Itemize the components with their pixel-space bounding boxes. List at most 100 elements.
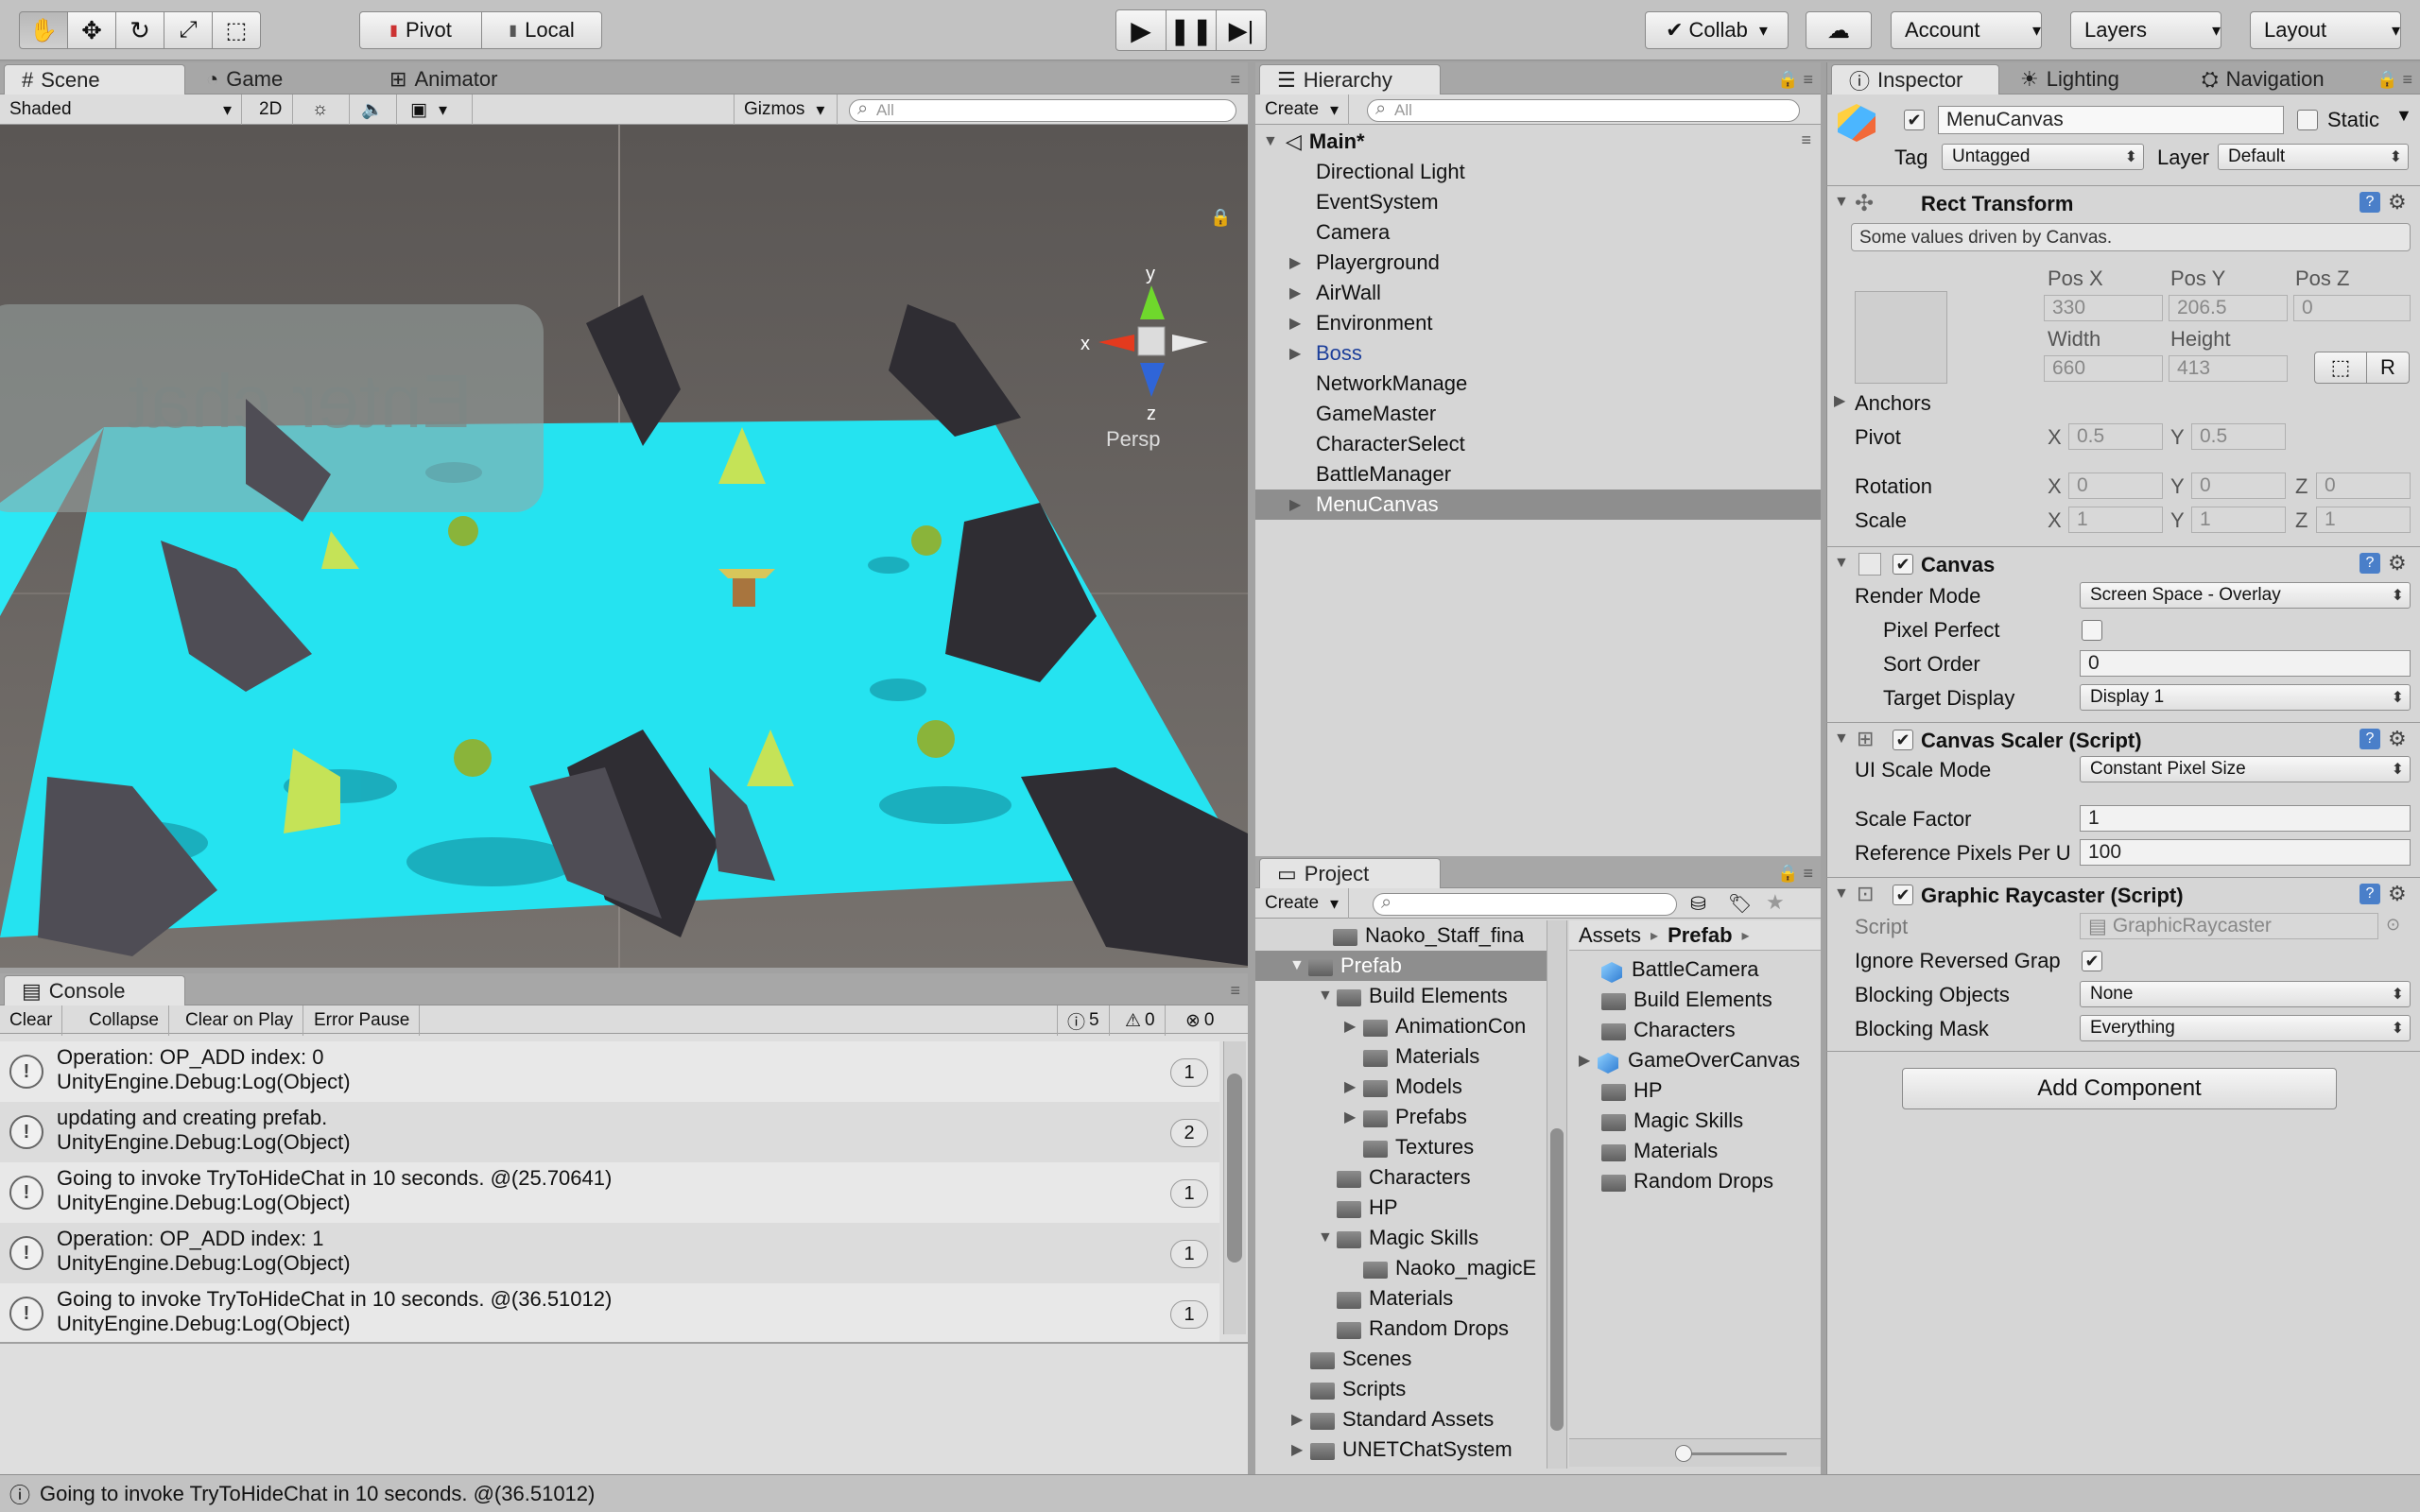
collab-button[interactable]: ✔ Collab [1645, 11, 1789, 49]
warning-filter-toggle[interactable]: ⚠ 0 [1115, 1005, 1166, 1036]
asset-item[interactable]: ▶ GameOverCanvas [1579, 1045, 1800, 1075]
hierarchy-search-input[interactable]: All [1367, 98, 1800, 122]
panel-menu-icon[interactable]: 🔒 ≡ [1777, 864, 1813, 884]
scene-menu-icon[interactable]: ≡ [1801, 130, 1811, 150]
tree-item[interactable]: ▼ Magic Skills [1318, 1223, 1478, 1253]
pos-z-field[interactable]: 0 [2293, 295, 2411, 321]
tree-item[interactable]: HP [1337, 1193, 1398, 1223]
tree-item-selected[interactable]: ▼ Prefab [1255, 951, 1547, 981]
tree-item[interactable]: Scripts [1310, 1374, 1406, 1404]
gear-icon[interactable]: ⚙ [2388, 882, 2407, 906]
scene-viewport[interactable]: Enter chat y x z Persp 🔒 [0, 125, 1248, 968]
rotation-z-field[interactable]: 0 [2316, 472, 2411, 499]
cloud-button[interactable]: ☁ [1806, 11, 1872, 49]
play-button[interactable]: ▶ [1115, 9, 1167, 51]
console-clear-on-play-button[interactable]: Clear on Play [176, 1005, 304, 1036]
scrollbar-thumb[interactable] [1550, 1128, 1564, 1431]
hierarchy-item[interactable]: ▶ Environment [1255, 308, 1821, 338]
tree-item[interactable]: Materials [1363, 1041, 1479, 1072]
ignore-reversed-graphics-checkbox[interactable]: ✔ [2082, 951, 2102, 971]
console-clear-button[interactable]: Clear [0, 1005, 63, 1036]
asset-item[interactable]: HP [1601, 1075, 1663, 1106]
scene-root[interactable]: ▼ ◁ Main* ≡ [1255, 127, 1821, 157]
panel-menu-icon[interactable]: 🔒 ≡ [2377, 70, 2412, 90]
projection-label[interactable]: Persp [1106, 427, 1160, 451]
tag-dropdown[interactable]: Untagged [1942, 144, 2144, 170]
layout-dropdown[interactable]: Layout [2250, 11, 2401, 49]
tree-item[interactable]: ▼ Build Elements [1318, 981, 1508, 1011]
object-name-field[interactable]: MenuCanvas [1938, 106, 2284, 134]
render-mode-dropdown[interactable]: Screen Space - Overlay [2080, 582, 2411, 609]
star-icon[interactable]: ★ [1766, 890, 1785, 915]
help-icon[interactable]: ? [2360, 884, 2380, 904]
pos-y-field[interactable]: 206.5 [2169, 295, 2288, 321]
asset-item[interactable]: Magic Skills [1601, 1106, 1743, 1136]
layers-dropdown[interactable]: Layers [2070, 11, 2221, 49]
scale-y-field[interactable]: 1 [2191, 507, 2286, 533]
static-checkbox[interactable] [2297, 110, 2318, 130]
collapsed-triangle-icon[interactable]: ▶ [1834, 391, 1845, 410]
move-tool-button[interactable]: ✥ [67, 11, 116, 49]
tag-icon[interactable]: 🏷 [1728, 892, 1752, 916]
hierarchy-item[interactable]: ▶ Boss [1255, 338, 1821, 369]
console-collapse-button[interactable]: Collapse [79, 1005, 169, 1036]
collapsed-triangle-icon[interactable]: ▶ [1289, 284, 1308, 302]
tab-hierarchy[interactable]: ☰ Hierarchy [1259, 64, 1441, 94]
status-bar[interactable]: ⓘ Going to invoke TryToHideChat in 10 se… [0, 1474, 2420, 1512]
raw-edit-button[interactable]: R [2366, 352, 2410, 384]
rect-tool-button[interactable]: ⬚ [212, 11, 261, 49]
pivot-x-field[interactable]: 0.5 [2068, 423, 2163, 450]
hierarchy-item[interactable]: ▶ MenuCanvas [1255, 490, 1821, 520]
project-create-dropdown[interactable]: Create [1255, 888, 1350, 919]
chevron-down-icon[interactable]: ▼ [2395, 106, 2412, 126]
canvas-enabled-checkbox[interactable]: ✔ [1893, 554, 1913, 575]
audio-toggle[interactable]: 🔈 [352, 94, 397, 125]
tab-lighting[interactable]: ☀ Lighting [2003, 64, 2136, 94]
tab-animator[interactable]: ⊞ Animator [372, 64, 514, 94]
help-icon[interactable]: ? [2360, 553, 2380, 574]
console-entry[interactable]: ! updating and creating prefab. UnityEng… [0, 1102, 1219, 1162]
tree-scrollbar[interactable] [1547, 920, 1567, 1469]
asset-item[interactable]: Materials [1601, 1136, 1718, 1166]
gizmos-dropdown[interactable]: Gizmos [734, 94, 838, 125]
reference-pixels-per-unit-field[interactable]: 100 [2080, 839, 2411, 866]
collapsed-triangle-icon[interactable]: ▶ [1289, 253, 1308, 272]
local-toggle[interactable]: ▮ Local [481, 11, 602, 49]
hierarchy-item[interactable]: BattleManager [1255, 459, 1821, 490]
hierarchy-create-dropdown[interactable]: Create [1255, 94, 1350, 125]
scale-x-field[interactable]: 1 [2068, 507, 2163, 533]
console-entry[interactable]: ! Going to invoke TryToHideChat in 10 se… [0, 1283, 1219, 1344]
zoom-slider-track[interactable] [1683, 1452, 1787, 1455]
anchor-presets-button[interactable] [1855, 291, 1947, 384]
asset-item[interactable]: Characters [1601, 1015, 1736, 1045]
gear-icon[interactable]: ⚙ [2388, 551, 2407, 576]
ui-scale-mode-dropdown[interactable]: Constant Pixel Size [2080, 756, 2411, 782]
scale-factor-field[interactable]: 1 [2080, 805, 2411, 832]
tree-item[interactable]: Textures [1363, 1132, 1474, 1162]
object-picker-icon[interactable]: ⊙ [2386, 915, 2400, 935]
pos-x-field[interactable]: 330 [2044, 295, 2163, 321]
tab-inspector[interactable]: ⓘ Inspector [1831, 64, 1999, 94]
gear-icon[interactable]: ⚙ [2388, 727, 2407, 751]
log-filter-toggle[interactable]: ⓘ 5 [1057, 1005, 1110, 1036]
asset-item[interactable]: Random Drops [1601, 1166, 1773, 1196]
tree-item[interactable]: Scenes [1310, 1344, 1411, 1374]
collapsed-triangle-icon[interactable]: ▶ [1289, 495, 1308, 514]
tab-project[interactable]: ▭ Project [1259, 858, 1441, 888]
hierarchy-item[interactable]: EventSystem [1255, 187, 1821, 217]
panel-menu-icon[interactable]: 🔒 ≡ [1777, 70, 1813, 90]
rect-transform-header[interactable]: ▼ ✣ Rect Transform ? ⚙ [1826, 185, 2420, 219]
console-entry[interactable]: ! Operation: OP_ADD index: 0 UnityEngine… [0, 1041, 1219, 1102]
filter-type-icon[interactable]: ⛁ [1690, 892, 1706, 916]
panel-menu-icon[interactable]: ≡ [1230, 981, 1240, 1001]
scale-tool-button[interactable]: ⤢ [164, 11, 213, 49]
tab-game[interactable]: ◔ Game [189, 64, 300, 94]
toggle-2d-button[interactable]: 2D [250, 94, 293, 125]
hierarchy-item[interactable]: CharacterSelect [1255, 429, 1821, 459]
active-checkbox[interactable]: ✔ [1904, 110, 1925, 130]
anchors-label[interactable]: Anchors [1855, 391, 1931, 416]
tree-item[interactable]: Materials [1337, 1283, 1453, 1314]
graphic-raycaster-header[interactable]: ▼ ⊡ ✔ Graphic Raycaster (Script) ? ⚙ [1826, 877, 2420, 911]
help-icon[interactable]: ? [2360, 192, 2380, 213]
tab-navigation[interactable]: ⛭ Navigation [2185, 64, 2342, 94]
